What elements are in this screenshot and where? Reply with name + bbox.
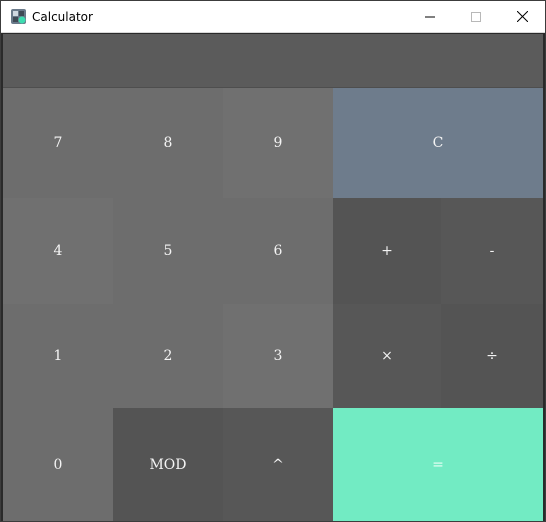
mod-button[interactable]: MOD (113, 408, 223, 521)
maximize-icon (471, 11, 481, 22)
clear-button[interactable]: C (333, 88, 543, 198)
calculator-window: Calculator 7 8 9 C 4 5 6 + - 1 2 3 × ÷ 0… (0, 0, 546, 522)
close-icon (516, 11, 528, 22)
key-4[interactable]: 4 (3, 198, 113, 304)
plus-button[interactable]: + (333, 198, 441, 304)
key-9[interactable]: 9 (223, 88, 333, 198)
minimize-button[interactable] (407, 1, 453, 32)
maximize-button[interactable] (453, 1, 499, 32)
title-bar[interactable]: Calculator (1, 1, 545, 33)
key-1[interactable]: 1 (3, 304, 113, 408)
close-button[interactable] (499, 1, 545, 32)
key-0[interactable]: 0 (3, 408, 113, 521)
key-6[interactable]: 6 (223, 198, 333, 304)
divide-button[interactable]: ÷ (441, 304, 543, 408)
key-3[interactable]: 3 (223, 304, 333, 408)
minimize-icon (425, 16, 435, 17)
minus-button[interactable]: - (441, 198, 543, 304)
multiply-button[interactable]: × (333, 304, 441, 408)
window-title: Calculator (32, 10, 93, 24)
calculator-app-icon (11, 9, 26, 24)
key-5[interactable]: 5 (113, 198, 223, 304)
power-button[interactable]: ^ (223, 408, 333, 521)
key-2[interactable]: 2 (113, 304, 223, 408)
key-7[interactable]: 7 (3, 88, 113, 198)
key-8[interactable]: 8 (113, 88, 223, 198)
equals-button[interactable]: = (333, 408, 543, 521)
calculator-display (3, 34, 543, 88)
